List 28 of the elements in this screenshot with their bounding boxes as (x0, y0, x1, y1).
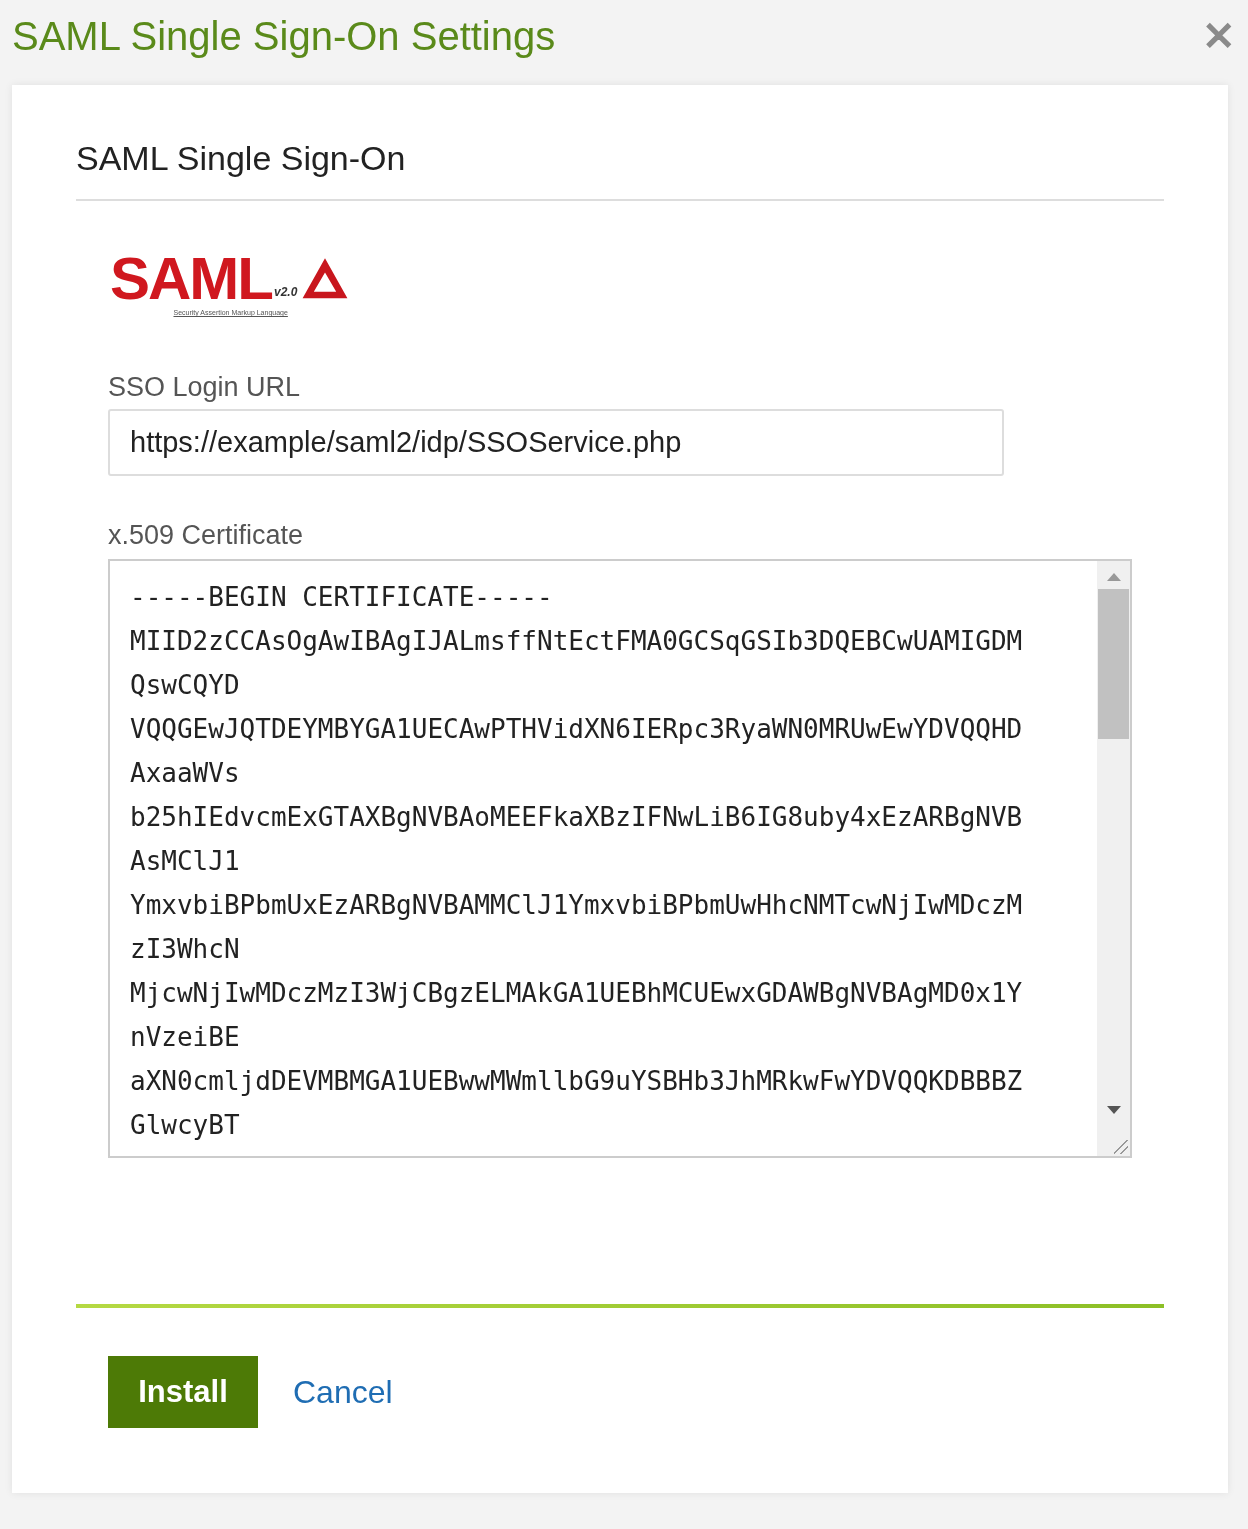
certificate-line: aXN0cmljdDEVMBMGA1UEBwwMWmllbG9uYSBHb3JhMRkwFwYDVQQKDBBBZ (130, 1065, 1024, 1098)
field-label: SSO Login URL (108, 372, 302, 403)
logo-word: SAML (110, 249, 272, 309)
cancel-link[interactable]: Cancel (293, 1373, 393, 1411)
window-title: SAML Single Sign-On Settings (12, 13, 556, 59)
logo-version: v2.0 (274, 285, 298, 299)
certificate-line: YmxvbiBPbmUxEzARBgNVBAMMClJ1YmxvbiBPbmUwHhcNMTcwNjIwMDczM (130, 889, 1024, 922)
certificate-line: VQQGEwJQTDEYMBYGA1UECAwPTHVidXN6IERpc3RyaWN0MRUwEwYDVQQHD (130, 713, 1024, 746)
url-field[interactable]: https://example/saml2/idp/SSOService.php (108, 409, 1004, 476)
certificate-line: MIID2zCCAsOgAwIBAgIJALmsffNtEctFMA0GCSqGSIb3DQEBCwUAMIGDM (130, 625, 1024, 658)
certificate-line: GlwcyBT (130, 1109, 241, 1142)
certificate-line: -----BEGIN CERTIFICATE----- (130, 581, 554, 614)
certificate-line: AxaaWVs (130, 757, 241, 790)
certificate-line: MjcwNjIwMDczMzI3WjCBgzELMAkGA1UEBhMCUEwxGDAWBgNVBAgMD0x1Y (130, 977, 1024, 1010)
scrollbar[interactable] (1097, 561, 1130, 1156)
scroll-down-icon[interactable] (1106, 1106, 1121, 1114)
scroll-up-icon[interactable] (1106, 573, 1121, 581)
close-button[interactable]: ✕ (1198, 16, 1240, 56)
certificate-line: QswCQYD (130, 669, 241, 702)
certificate-line: b25hIEdvcmExGTAXBgNVBAoMEEFkaXBzIFNwLiB6IG8uby4xEzARBgNVB (130, 801, 1024, 834)
field-label: x.509 Certificate (108, 520, 305, 551)
certificate-line: zI3WhcN (130, 933, 241, 966)
install-button[interactable]: Install (108, 1356, 258, 1428)
certificate-line: nVzeiBE (130, 1021, 241, 1054)
scrollbar-thumb[interactable] (1098, 589, 1129, 739)
certificate-field[interactable] (108, 559, 1132, 1158)
certificate-line: AsMClJ1 (130, 845, 241, 878)
section-heading: SAML Single Sign-On (76, 139, 407, 179)
